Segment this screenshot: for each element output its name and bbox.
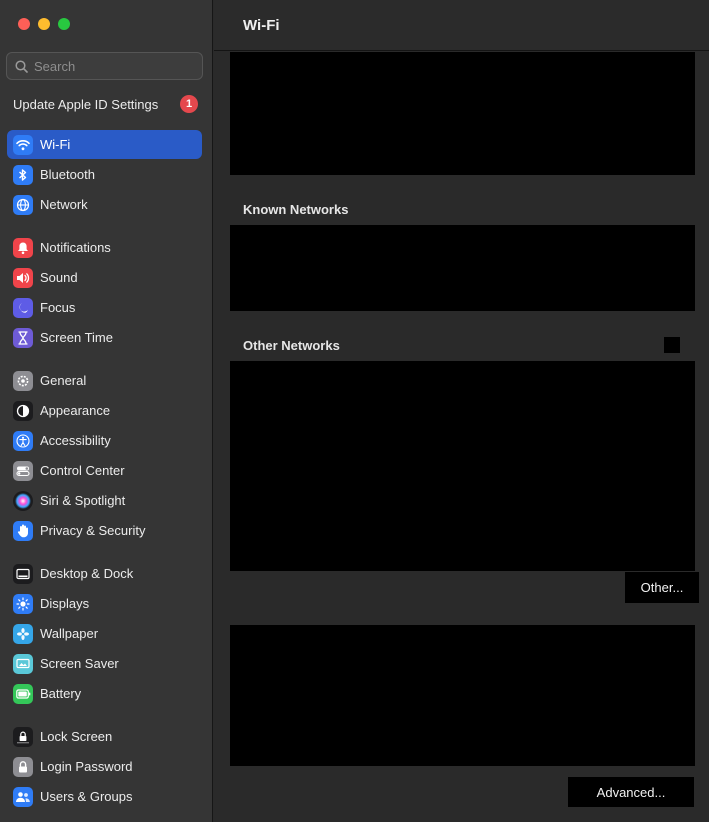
search-icon [15, 59, 28, 73]
sidebar-item-label: Displays [40, 596, 90, 611]
sidebar-item-control-center[interactable]: Control Center [7, 456, 202, 485]
bluetooth-icon [13, 164, 33, 185]
close-window-button[interactable] [18, 18, 30, 30]
wifi-icon [13, 134, 33, 155]
sidebar-item-label: Privacy & Security [40, 523, 146, 538]
sidebar-item-bluetooth[interactable]: Bluetooth [7, 160, 202, 189]
sidebar-item-appearance[interactable]: Appearance [7, 396, 202, 425]
known-networks-heading: Known Networks [243, 202, 349, 217]
sidebar-item-battery[interactable]: Battery [7, 679, 202, 708]
sidebar-item-focus[interactable]: Focus [7, 293, 202, 322]
sidebar-item-privacy-security[interactable]: Privacy & Security [7, 516, 202, 545]
zoom-window-button[interactable] [58, 18, 70, 30]
other-network-button[interactable]: Other... [625, 572, 699, 603]
sidebar-item-label: Appearance [40, 403, 111, 418]
sidebar-item-displays[interactable]: Displays [7, 589, 202, 618]
globe-icon [13, 194, 33, 215]
bell-icon [13, 237, 33, 258]
sidebar-item-general[interactable]: General [7, 366, 202, 395]
wifi-status-panel [230, 52, 695, 175]
known-networks-list [230, 225, 695, 311]
sidebar-item-label: General [40, 373, 87, 388]
lock-icon [13, 756, 33, 777]
sidebar-item-label: Control Center [40, 463, 125, 478]
sidebar-item-label: Bluetooth [40, 167, 95, 182]
sidebar-item-label: Network [40, 197, 88, 212]
sidebar: Update Apple ID Settings 1 Wi-Fi Bluetoo… [0, 0, 213, 822]
sidebar-item-label: Wi-Fi [40, 137, 71, 152]
sidebar-item-accessibility[interactable]: Accessibility [7, 426, 202, 455]
moon-icon [13, 297, 33, 318]
scanning-spinner [664, 337, 680, 353]
sidebar-item-label: Wallpaper [40, 626, 99, 641]
update-apple-id-row[interactable]: Update Apple ID Settings 1 [13, 94, 198, 114]
sidebar-item-notifications[interactable]: Notifications [7, 233, 202, 262]
sidebar-item-sound[interactable]: Sound [7, 263, 202, 292]
sidebar-item-label: Sound [40, 270, 78, 285]
sidebar-item-label: Focus [40, 300, 76, 315]
search-input[interactable] [34, 58, 194, 74]
page-title: Wi-Fi [243, 16, 280, 34]
control-center-icon [13, 460, 33, 481]
other-networks-heading: Other Networks [243, 338, 340, 353]
sidebar-item-label: Screen Time [40, 330, 113, 345]
sidebar-item-label: Lock Screen [40, 729, 113, 744]
sidebar-item-wallpaper[interactable]: Wallpaper [7, 619, 202, 648]
screen-saver-icon [13, 653, 33, 674]
sidebar-item-label: Notifications [40, 240, 111, 255]
accessibility-icon [13, 430, 33, 451]
battery-icon [13, 683, 33, 704]
search-field[interactable] [6, 52, 203, 80]
window-controls [18, 18, 70, 30]
sidebar-item-network[interactable]: Network [7, 190, 202, 219]
hourglass-icon [13, 327, 33, 348]
wallpaper-icon [13, 623, 33, 644]
speaker-icon [13, 267, 33, 288]
sun-icon [13, 593, 33, 614]
siri-icon [13, 490, 33, 511]
sidebar-item-label: Desktop & Dock [40, 566, 134, 581]
sidebar-item-label: Screen Saver [40, 656, 119, 671]
advanced-button[interactable]: Advanced... [568, 777, 694, 807]
hand-icon [13, 520, 33, 541]
users-icon [13, 786, 33, 807]
sidebar-item-desktop-dock[interactable]: Desktop & Dock [7, 559, 202, 588]
sidebar-item-label: Users & Groups [40, 789, 133, 804]
sidebar-item-label: Battery [40, 686, 82, 701]
sidebar-item-screen-time[interactable]: Screen Time [7, 323, 202, 352]
gear-icon [13, 370, 33, 391]
sidebar-item-login-password[interactable]: Login Password [7, 752, 202, 781]
other-networks-list [230, 361, 695, 571]
notification-badge: 1 [180, 95, 198, 113]
appearance-icon [13, 400, 33, 421]
update-apple-id-label: Update Apple ID Settings [13, 96, 159, 112]
sidebar-item-wifi[interactable]: Wi-Fi [7, 130, 202, 159]
sidebar-item-label: Siri & Spotlight [40, 493, 126, 508]
wifi-options-panel [230, 625, 695, 766]
toolbar: Wi-Fi [214, 0, 709, 51]
sidebar-item-siri-spotlight[interactable]: Siri & Spotlight [7, 486, 202, 515]
sidebar-item-screen-saver[interactable]: Screen Saver [7, 649, 202, 678]
dock-icon [13, 563, 33, 584]
minimize-window-button[interactable] [38, 18, 50, 30]
sidebar-item-users-groups[interactable]: Users & Groups [7, 782, 202, 811]
sidebar-item-lock-screen[interactable]: Lock Screen [7, 722, 202, 751]
lock-screen-icon [13, 726, 33, 747]
sidebar-item-label: Login Password [40, 759, 133, 774]
sidebar-item-label: Accessibility [40, 433, 111, 448]
